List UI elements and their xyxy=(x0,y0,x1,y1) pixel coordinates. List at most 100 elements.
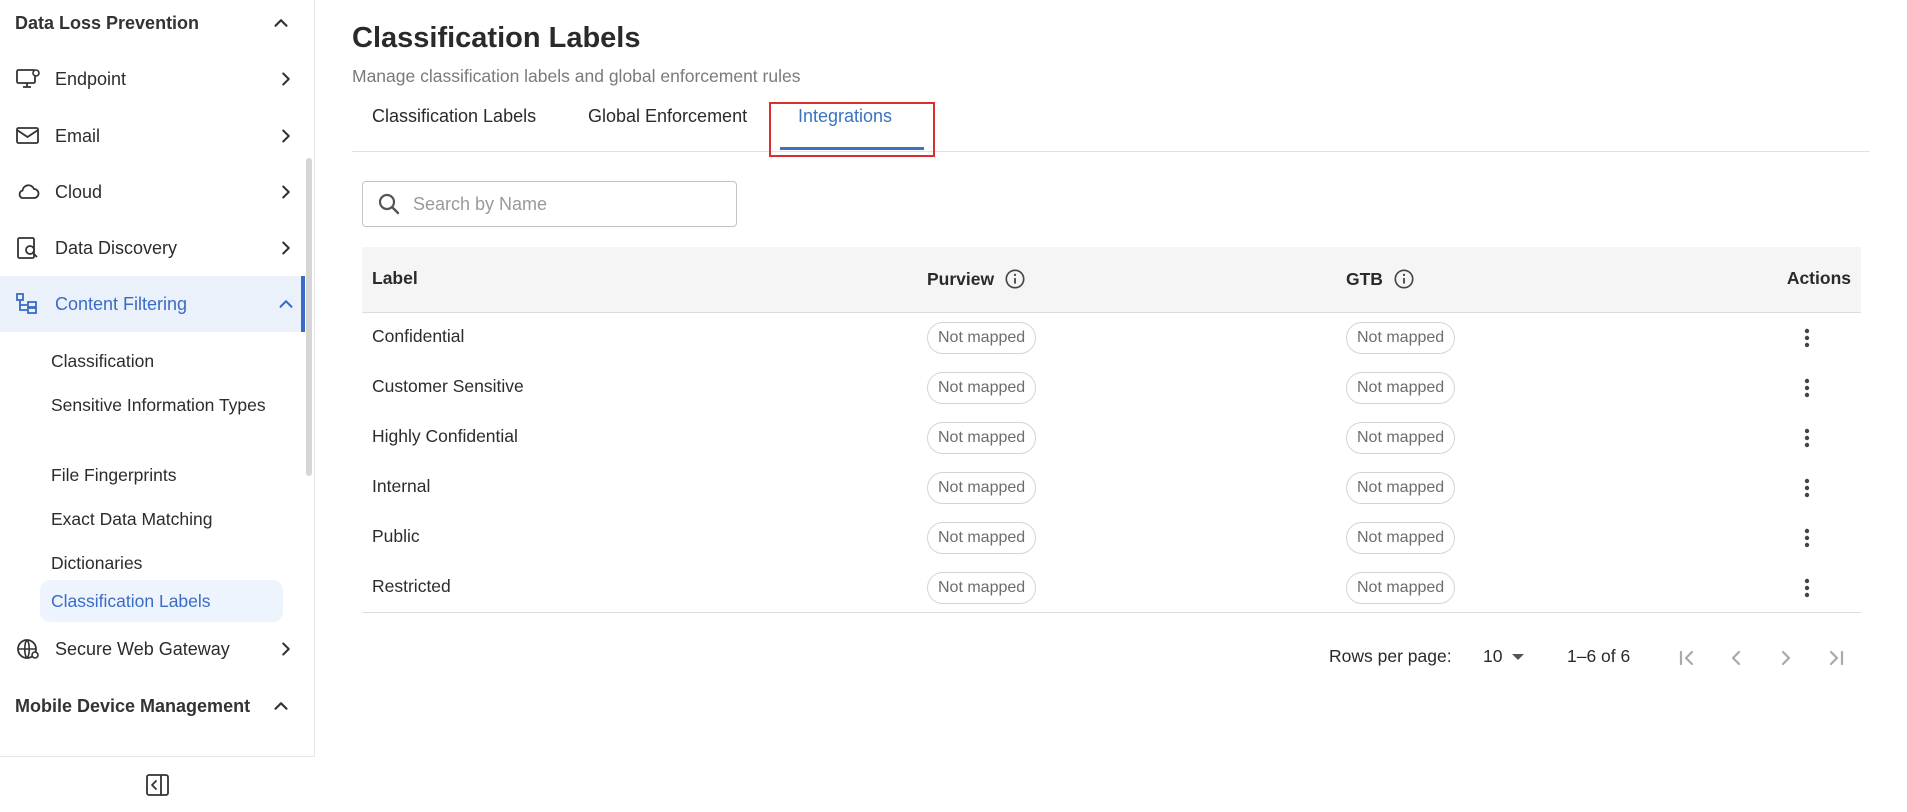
label-cell: Internal xyxy=(372,476,431,496)
sidebar-subitem-classification[interactable]: Classification xyxy=(40,340,283,382)
section-header-data-loss-prevention[interactable]: Data Loss Prevention xyxy=(15,8,292,38)
column-header-gtb[interactable]: GTB xyxy=(1346,268,1415,290)
first-page-icon xyxy=(1679,650,1694,666)
search-box[interactable] xyxy=(362,181,737,227)
rows-per-page-label: Rows per page: xyxy=(1329,646,1452,666)
column-header-actions: Actions xyxy=(1787,268,1851,289)
main-content: Classification Labels Manage classificat… xyxy=(352,0,1907,812)
section-title: Mobile Device Management xyxy=(15,695,251,716)
sidebar-subitem-exact-data-matching[interactable]: Exact Data Matching xyxy=(40,498,283,540)
pagination-range: 1–6 of 6 xyxy=(1567,646,1631,666)
more-actions-icon[interactable] xyxy=(1795,475,1819,501)
more-actions-icon[interactable] xyxy=(1795,575,1819,601)
gtb-status-badge: Not mapped xyxy=(1346,372,1456,404)
sidebar-item-label: Cloud xyxy=(55,181,103,202)
tab-highlight-box xyxy=(769,102,935,157)
sidebar-subitem-sensitive-information-types[interactable]: Sensitive Information Types xyxy=(40,384,283,426)
sidebar-item-endpoint[interactable]: Endpoint xyxy=(0,51,305,107)
table-row[interactable]: Restricted Not mapped Not mapped xyxy=(362,563,1861,613)
chevron-up-icon xyxy=(274,19,288,27)
column-header-text: Actions xyxy=(1786,268,1851,288)
cloud-icon xyxy=(14,178,42,206)
chevron-right-icon xyxy=(282,72,290,86)
table-row[interactable]: Internal Not mapped Not mapped xyxy=(362,463,1861,513)
column-header-text: Purview xyxy=(927,268,995,289)
sidebar-item-secure-web-gateway[interactable]: Secure Web Gateway xyxy=(0,621,305,677)
gtb-status-badge: Not mapped xyxy=(1346,472,1456,504)
info-icon[interactable] xyxy=(1004,268,1026,290)
chevron-right-icon xyxy=(1781,650,1791,666)
page-title: Classification Labels xyxy=(352,22,641,54)
table-row[interactable]: Confidential Not mapped Not mapped xyxy=(362,313,1861,363)
sidebar-subitem-dictionaries[interactable]: Dictionaries xyxy=(40,542,283,584)
search-input[interactable] xyxy=(413,193,713,215)
chevron-left-icon xyxy=(1731,650,1741,666)
column-header-label[interactable]: Label xyxy=(372,268,418,289)
more-actions-icon[interactable] xyxy=(1795,375,1819,401)
chevron-up-icon xyxy=(279,300,293,308)
collapse-sidebar-icon[interactable] xyxy=(145,772,171,798)
section-title: Data Loss Prevention xyxy=(15,12,200,33)
active-indicator xyxy=(301,276,305,332)
last-page-button[interactable] xyxy=(1820,642,1852,674)
next-page-button[interactable] xyxy=(1770,642,1802,674)
purview-status-badge: Not mapped xyxy=(927,372,1037,404)
globe-icon xyxy=(14,635,42,663)
sidebar-scrollbar[interactable] xyxy=(306,158,312,476)
tab-classification-labels[interactable]: Classification Labels xyxy=(372,106,536,127)
first-page-button[interactable] xyxy=(1671,642,1703,674)
sidebar-footer xyxy=(0,756,315,812)
monitor-icon xyxy=(14,65,42,93)
column-header-purview[interactable]: Purview xyxy=(927,268,1026,290)
more-actions-icon[interactable] xyxy=(1795,425,1819,451)
more-actions-icon[interactable] xyxy=(1795,525,1819,551)
purview-status-badge: Not mapped xyxy=(927,572,1037,604)
info-icon[interactable] xyxy=(1393,268,1415,290)
purview-status-badge: Not mapped xyxy=(927,422,1037,454)
pagination: Rows per page: 10 1–6 of 6 xyxy=(362,636,1861,676)
gtb-status-badge: Not mapped xyxy=(1346,572,1456,604)
label-cell: Customer Sensitive xyxy=(372,376,524,396)
table-row[interactable]: Customer Sensitive Not mapped Not mapped xyxy=(362,363,1861,413)
more-actions-icon[interactable] xyxy=(1795,325,1819,351)
data-discovery-icon xyxy=(14,234,42,262)
chevron-right-icon xyxy=(282,642,290,656)
purview-status-badge: Not mapped xyxy=(927,472,1037,504)
section-header-mobile-device-management[interactable]: Mobile Device Management xyxy=(15,691,292,721)
tab-global-enforcement[interactable]: Global Enforcement xyxy=(588,106,747,127)
chevron-right-icon xyxy=(282,241,290,255)
sidebar-item-email[interactable]: Email xyxy=(0,108,305,164)
column-header-text: Label xyxy=(372,268,418,288)
sidebar-subitem-classification-labels[interactable]: Classification Labels xyxy=(40,580,283,622)
sidebar-item-label: Data Discovery xyxy=(55,237,178,258)
sidebar-item-label: Email xyxy=(55,125,101,146)
sidebar: Data Loss Prevention Endpoint Email Clou… xyxy=(0,0,315,812)
sidebar-item-data-discovery[interactable]: Data Discovery xyxy=(0,220,305,276)
sidebar-item-label: Secure Web Gateway xyxy=(55,638,230,659)
sidebar-item-cloud[interactable]: Cloud xyxy=(0,164,305,220)
sidebar-item-content-filtering[interactable]: Content Filtering xyxy=(0,276,305,332)
gtb-status-badge: Not mapped xyxy=(1346,422,1456,454)
table-row[interactable]: Public Not mapped Not mapped xyxy=(362,513,1861,563)
mail-icon xyxy=(14,122,42,150)
label-cell: Highly Confidential xyxy=(372,426,518,446)
rows-per-page-select[interactable]: 10 xyxy=(1479,642,1528,671)
sidebar-item-label: Endpoint xyxy=(55,68,127,89)
tab-bar: Classification Labels Global Enforcement… xyxy=(352,96,1870,157)
label-cell: Confidential xyxy=(372,326,465,346)
caret-down-icon xyxy=(1512,653,1525,660)
rows-per-page-value: 10 xyxy=(1483,646,1503,666)
chevron-right-icon xyxy=(282,185,290,199)
purview-status-badge: Not mapped xyxy=(927,522,1037,554)
label-cell: Restricted xyxy=(372,576,451,596)
search-icon xyxy=(378,193,400,215)
table-row[interactable]: Highly Confidential Not mapped Not mappe… xyxy=(362,413,1861,463)
integrations-table: Label Purview GTB Actions Confidential N… xyxy=(362,247,1861,613)
previous-page-button[interactable] xyxy=(1720,642,1752,674)
chevron-up-icon xyxy=(274,702,288,710)
sidebar-subitem-file-fingerprints[interactable]: File Fingerprints xyxy=(40,454,283,496)
column-header-text: GTB xyxy=(1346,268,1383,289)
purview-status-badge: Not mapped xyxy=(927,322,1037,354)
content-filtering-icon xyxy=(14,290,42,318)
gtb-status-badge: Not mapped xyxy=(1346,322,1456,354)
